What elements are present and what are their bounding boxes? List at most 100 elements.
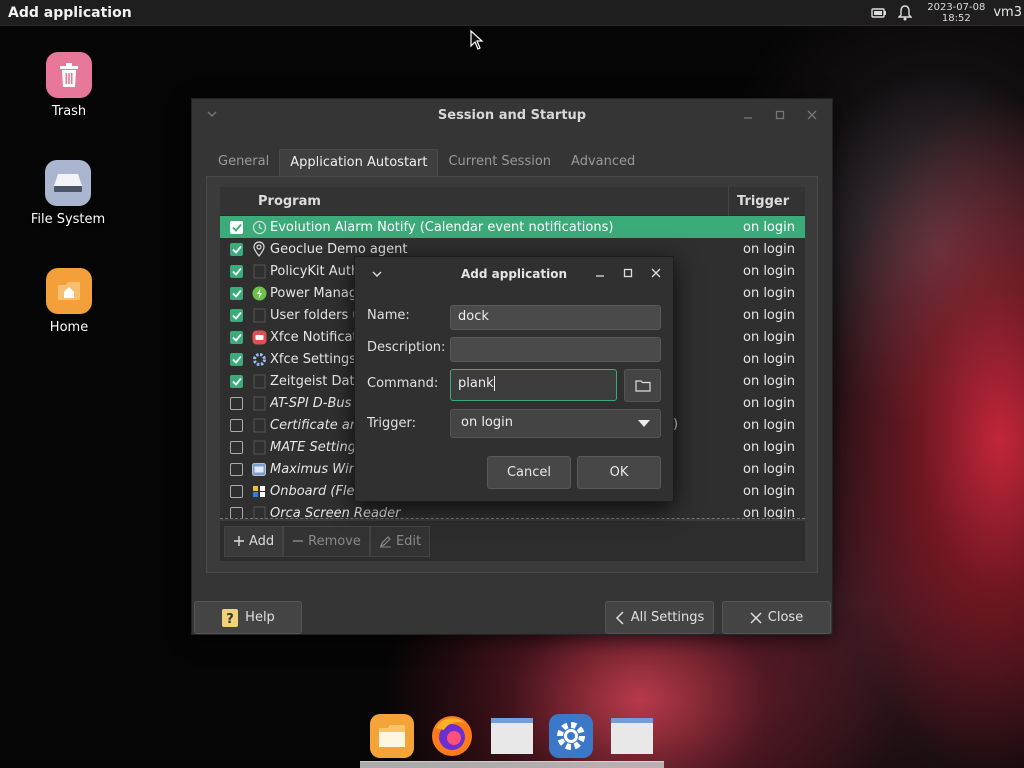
minimize-button[interactable]: [740, 107, 756, 123]
command-field[interactable]: plank: [450, 369, 617, 401]
column-header-trigger[interactable]: Trigger: [728, 187, 805, 216]
trigger-dropdown[interactable]: on login: [450, 409, 661, 438]
checkbox-checked[interactable]: [230, 242, 243, 256]
checkbox-checked[interactable]: [230, 286, 243, 300]
browse-button[interactable]: [624, 369, 661, 402]
list-bottom-edge: [220, 518, 805, 519]
trigger-value: on login: [743, 439, 795, 455]
text-caret: [493, 376, 495, 391]
edit-button[interactable]: Edit: [369, 525, 431, 557]
desktop-icon-label: File System: [30, 212, 106, 227]
tab-general[interactable]: General: [208, 149, 279, 176]
clock-icon: [251, 219, 267, 235]
dialog-menu-chevron-icon[interactable]: [371, 268, 383, 282]
desktop-icon-home[interactable]: Home: [24, 268, 114, 335]
trigger-value: on login: [743, 373, 795, 389]
clock[interactable]: 2023-07-08 18:52: [927, 2, 985, 24]
dock-firefox[interactable]: [430, 714, 474, 758]
tab-current-session[interactable]: Current Session: [438, 149, 561, 176]
close-button[interactable]: Close: [722, 601, 831, 634]
minimize-icon: [744, 117, 752, 119]
help-button[interactable]: ? Help: [194, 601, 302, 634]
all-settings-button[interactable]: All Settings: [605, 601, 714, 634]
top-panel: Add application 2023-07-08 18:52 vm3: [0, 0, 1024, 26]
close-icon: [651, 268, 661, 278]
desktop-icon-label: Trash: [51, 104, 87, 119]
maximize-button[interactable]: [772, 107, 788, 123]
checkbox-checked[interactable]: [230, 264, 243, 278]
window-icon: [251, 461, 267, 477]
checkbox-unchecked[interactable]: [230, 396, 243, 410]
checkbox-unchecked[interactable]: [230, 484, 243, 498]
ok-button[interactable]: OK: [577, 456, 661, 489]
list-item[interactable]: Evolution Alarm Notify (Calendar event n…: [220, 216, 805, 238]
desktop-icon-trash[interactable]: Trash: [24, 52, 114, 119]
notification-bell-icon[interactable]: [897, 4, 913, 21]
tab-application-autostart[interactable]: Application Autostart: [279, 149, 439, 176]
battery-icon[interactable]: [871, 5, 887, 21]
program-name: Orca Screen Reader: [270, 505, 401, 520]
trigger-value: on login: [743, 241, 795, 257]
trash-icon: [46, 52, 92, 98]
user-menu[interactable]: vm3: [993, 5, 1024, 20]
dropdown-arrow-icon: [638, 420, 650, 427]
dock-window-2[interactable]: [610, 714, 654, 758]
keyboard-icon: [251, 483, 267, 499]
blank-app-icon: [251, 373, 267, 389]
trigger-value: on login: [743, 329, 795, 345]
column-header-program[interactable]: Program: [220, 194, 728, 209]
trigger-value: on login: [743, 219, 795, 235]
add-button-label: Add: [249, 533, 275, 549]
dock-file-manager[interactable]: [370, 714, 414, 758]
settings-gear-icon: [557, 722, 585, 750]
folder-icon: [634, 380, 651, 392]
checkbox-unchecked[interactable]: [230, 418, 243, 432]
window-icon: [491, 718, 533, 754]
checkbox-checked[interactable]: [230, 330, 243, 344]
checkbox-unchecked[interactable]: [230, 440, 243, 454]
active-window-title: Add application: [8, 4, 132, 21]
clock-date: 2023-07-08: [927, 1, 986, 13]
chevron-left-icon: [615, 610, 624, 625]
help-icon: ?: [222, 608, 239, 627]
window-titlebar[interactable]: Session and Startup: [192, 99, 832, 131]
trigger-label: Trigger:: [367, 416, 416, 431]
checkmark-icon: [231, 377, 242, 386]
cancel-button[interactable]: Cancel: [487, 456, 571, 489]
checkbox-checked[interactable]: [230, 308, 243, 322]
help-button-label: Help: [245, 610, 275, 625]
dialog-minimize-button[interactable]: [595, 267, 605, 281]
clock-time: 18:52: [941, 12, 971, 24]
close-window-button[interactable]: [804, 107, 820, 123]
trigger-value: on login: [743, 395, 795, 411]
name-label: Name:: [367, 308, 410, 323]
dock-settings[interactable]: [549, 714, 593, 758]
all-settings-button-label: All Settings: [630, 610, 705, 625]
checkmark-icon: [231, 289, 242, 298]
tab-advanced[interactable]: Advanced: [561, 149, 645, 176]
remove-button[interactable]: Remove: [283, 525, 370, 557]
command-label: Command:: [367, 376, 439, 391]
dialog-title: Add application: [461, 267, 567, 281]
checkbox-checked[interactable]: [230, 352, 243, 366]
add-button[interactable]: Add: [224, 525, 284, 557]
name-field[interactable]: dock: [450, 305, 661, 330]
checkbox-checked[interactable]: [230, 374, 243, 388]
dialog-close-button[interactable]: [651, 267, 661, 281]
mouse-cursor-icon: [470, 29, 484, 54]
checkbox-checked[interactable]: [230, 220, 243, 234]
trigger-value: on login: [743, 285, 795, 301]
maximize-icon: [623, 268, 633, 278]
remove-button-label: Remove: [308, 533, 361, 549]
checkbox-unchecked[interactable]: [230, 462, 243, 476]
dock-window-1[interactable]: [490, 714, 534, 758]
blank-app-icon: [251, 417, 267, 433]
dialog-titlebar[interactable]: Add application: [355, 257, 673, 291]
pencil-icon: [379, 535, 391, 547]
desktop-icon-file-system[interactable]: File System: [23, 160, 113, 227]
command-field-value: plank: [458, 376, 494, 391]
list-item[interactable]: Orca Screen Reader on login: [220, 502, 805, 519]
window-menu-chevron-icon[interactable]: [206, 108, 218, 123]
description-field[interactable]: [450, 337, 661, 362]
dialog-maximize-button[interactable]: [623, 267, 633, 281]
